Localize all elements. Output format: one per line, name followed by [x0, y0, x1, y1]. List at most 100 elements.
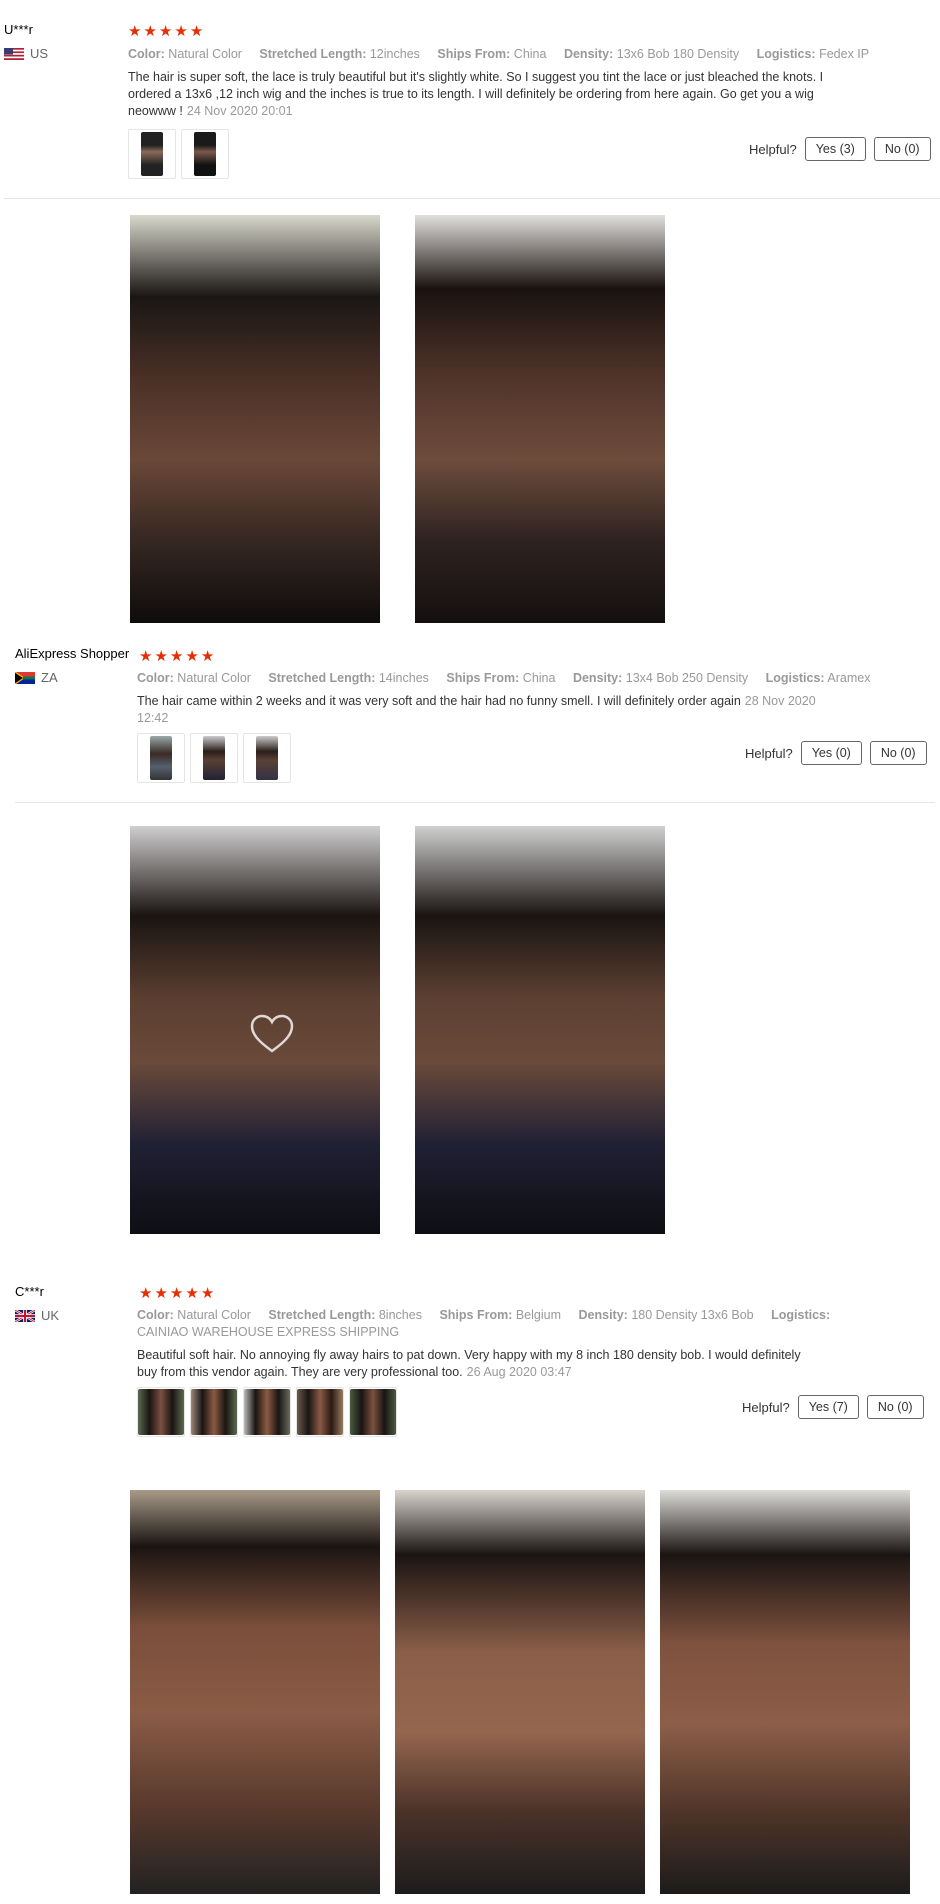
- attr-value: China: [522, 671, 556, 685]
- review-body: The hair came within 2 weeks and it was …: [137, 694, 741, 708]
- country-code: US: [30, 46, 49, 61]
- review-thumbnail[interactable]: [349, 1387, 397, 1437]
- helpful-vote: Helpful? Yes (0) No (0): [745, 741, 927, 765]
- reviewer-name: C***r: [15, 1284, 44, 1299]
- attr-value: 12inches: [369, 47, 420, 61]
- star-icon: ★: [189, 22, 204, 40]
- review-thumbnail[interactable]: [128, 129, 176, 179]
- review-thumbnail[interactable]: [243, 1387, 291, 1437]
- star-rating: ★ ★ ★ ★ ★: [139, 1286, 214, 1301]
- review-thumbnail[interactable]: [296, 1387, 344, 1437]
- review-photo[interactable]: [130, 1490, 380, 1894]
- reviewer-country: ZA: [15, 670, 129, 685]
- review-thumbnail[interactable]: [243, 733, 291, 783]
- attr-value: Fedex IP: [819, 47, 870, 61]
- attr-key: Stretched Length:: [259, 47, 367, 61]
- helpful-vote: Helpful? Yes (3) No (0): [749, 137, 931, 161]
- attr-key: Density:: [578, 1308, 628, 1322]
- star-icon: ★: [174, 22, 188, 40]
- attr-key: Density:: [563, 47, 614, 61]
- attr-value: 13x6 Bob 180 Density: [616, 47, 740, 61]
- star-icon: ★: [200, 647, 215, 665]
- attr-key: Logistics:: [765, 671, 825, 685]
- helpful-label: Helpful?: [749, 141, 797, 157]
- star-icon: ★: [143, 22, 157, 40]
- review-date: 26 Aug 2020 03:47: [466, 1365, 572, 1379]
- reviewer-info: C***r UK: [15, 1284, 59, 1323]
- review-divider: [4, 198, 940, 199]
- review-thumbnails: [137, 1387, 397, 1437]
- sku-attributes: Color: Natural Color Stretched Length: 1…: [128, 46, 888, 63]
- review-photo[interactable]: [130, 215, 380, 623]
- star-icon: ★: [154, 1284, 168, 1302]
- attr-key: Color:: [128, 47, 165, 61]
- star-icon: ★: [158, 22, 173, 40]
- attr-key: Logistics:: [771, 1308, 831, 1322]
- review-photo[interactable]: [130, 826, 380, 1234]
- heart-icon: [250, 1014, 294, 1059]
- review-text: The hair came within 2 weeks and it was …: [137, 693, 837, 727]
- helpful-no-button[interactable]: No (0): [869, 741, 927, 765]
- attr-value: Belgium: [515, 1308, 562, 1322]
- star-rating: ★ ★ ★ ★ ★: [128, 24, 203, 39]
- helpful-no-button[interactable]: No (0): [873, 137, 931, 161]
- star-icon: ★: [200, 1284, 215, 1302]
- attr-value: CAINIAO WAREHOUSE EXPRESS SHIPPING: [137, 1325, 400, 1339]
- star-icon: ★: [154, 647, 168, 665]
- star-rating: ★ ★ ★ ★ ★: [139, 649, 214, 664]
- us-flag-icon: [4, 47, 24, 60]
- attr-value: 8inches: [378, 1308, 422, 1322]
- review-thumbnail[interactable]: [181, 129, 229, 179]
- reviewer-name: U***r: [4, 22, 33, 37]
- attr-key: Color:: [137, 1308, 174, 1322]
- review-thumbnail[interactable]: [190, 1387, 238, 1437]
- star-icon: ★: [128, 22, 142, 40]
- review-thumbnail[interactable]: [137, 733, 185, 783]
- attr-value: Aramex: [827, 671, 871, 685]
- star-icon: ★: [185, 1284, 199, 1302]
- reviewer-country: US: [4, 46, 48, 61]
- review-photo[interactable]: [660, 1490, 910, 1894]
- attr-value: 13x4 Bob 250 Density: [625, 671, 749, 685]
- attr-key: Stretched Length:: [268, 1308, 376, 1322]
- review-thumbnails: [128, 129, 229, 179]
- attr-value: Natural Color: [177, 671, 251, 685]
- helpful-label: Helpful?: [742, 1399, 790, 1415]
- sku-attributes: Color: Natural Color Stretched Length: 1…: [137, 670, 897, 687]
- attr-value: China: [513, 47, 547, 61]
- review-text: The hair is super soft, the lace is trul…: [128, 69, 838, 120]
- star-icon: ★: [169, 647, 184, 665]
- attr-key: Color:: [137, 671, 174, 685]
- attr-value: 180 Density 13x6 Bob: [631, 1308, 754, 1322]
- helpful-yes-button[interactable]: Yes (7): [797, 1395, 859, 1419]
- attr-key: Ships From:: [446, 671, 520, 685]
- review-text: Beautiful soft hair. No annoying fly awa…: [137, 1347, 817, 1381]
- reviewer-name: AliExpress Shopper: [15, 646, 130, 661]
- review-thumbnail[interactable]: [190, 733, 238, 783]
- za-flag-icon: [15, 671, 35, 684]
- reviewer-info: U***r US: [4, 22, 48, 61]
- attr-key: Ships From:: [437, 47, 511, 61]
- attr-value: Natural Color: [177, 1308, 251, 1322]
- attr-key: Density:: [572, 671, 623, 685]
- attr-value: 14inches: [378, 671, 429, 685]
- attr-value: Natural Color: [168, 47, 242, 61]
- star-icon: ★: [169, 1284, 184, 1302]
- reviewer-country: UK: [15, 1308, 59, 1323]
- review-divider: [15, 802, 935, 803]
- review-thumbnail[interactable]: [137, 1387, 185, 1437]
- helpful-yes-button[interactable]: Yes (3): [804, 137, 866, 161]
- review-photo[interactable]: [415, 826, 665, 1234]
- attr-key: Ships From:: [439, 1308, 513, 1322]
- helpful-yes-button[interactable]: Yes (0): [800, 741, 862, 765]
- review-thumbnails: [137, 733, 291, 783]
- review-date: 24 Nov 2020 20:01: [186, 104, 293, 118]
- attr-key: Stretched Length:: [268, 671, 376, 685]
- review-photo[interactable]: [395, 1490, 645, 1894]
- country-code: UK: [41, 1308, 60, 1323]
- review-photo[interactable]: [415, 215, 665, 623]
- sku-attributes: Color: Natural Color Stretched Length: 8…: [137, 1307, 872, 1341]
- helpful-no-button[interactable]: No (0): [866, 1395, 924, 1419]
- star-icon: ★: [185, 647, 199, 665]
- reviewer-info: AliExpress Shopper ZA: [15, 646, 129, 685]
